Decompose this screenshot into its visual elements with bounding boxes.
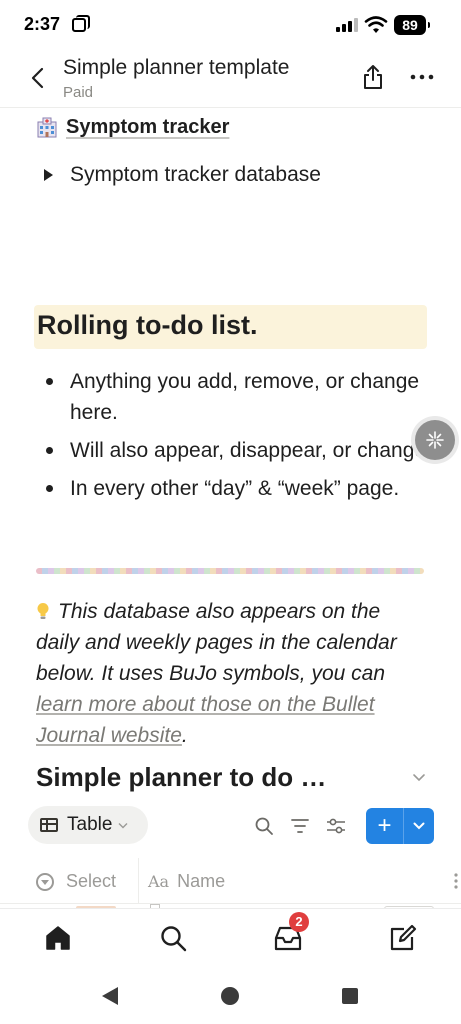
nav-recents-icon[interactable]	[342, 988, 358, 1004]
symptom-tracker-label: Symptom tracker	[66, 116, 230, 138]
database-title[interactable]: Simple planner to do …	[36, 762, 326, 793]
callout-suffix: .	[181, 724, 188, 747]
column-divider	[138, 858, 139, 904]
battery-indicator: 89	[394, 15, 430, 35]
filter-icon[interactable]	[290, 816, 310, 836]
select-property-icon	[36, 872, 54, 891]
new-item-button[interactable]: +	[366, 808, 434, 844]
page-title: Simple planner template	[63, 56, 290, 79]
share-icon[interactable]	[362, 64, 384, 90]
column-select[interactable]: Select	[36, 871, 116, 892]
column-select-label: Select	[66, 871, 117, 891]
callout-body: This database also appears on the daily …	[36, 600, 397, 685]
search-icon[interactable]	[158, 923, 188, 953]
chevron-down-icon	[413, 822, 425, 830]
sparkle-icon	[426, 431, 444, 449]
symptom-database-toggle[interactable]: Symptom tracker database	[44, 163, 321, 187]
lightbulb-icon	[37, 603, 49, 619]
page-header: Simple planner template Paid	[0, 52, 461, 108]
chevron-down-icon[interactable]	[412, 772, 426, 782]
heading-text: Rolling to-do list.	[37, 310, 258, 340]
bullet-item: Anything you add, remove, or change here…	[44, 366, 434, 428]
column-name[interactable]: Aa Name	[148, 871, 225, 892]
table-icon	[40, 818, 58, 832]
ai-assistant-button[interactable]	[415, 420, 455, 460]
toggle-triangle-icon[interactable]	[44, 169, 53, 181]
compose-icon[interactable]	[388, 923, 418, 953]
status-bar: 2:37 89	[0, 0, 461, 50]
nav-home-icon[interactable]	[221, 987, 239, 1005]
bullet-item: In every other “day” & “week” page.	[44, 473, 434, 504]
column-more-icon[interactable]	[454, 872, 458, 890]
new-options-dropdown[interactable]	[404, 822, 434, 830]
nav-back-icon[interactable]	[102, 987, 118, 1005]
chevron-down-icon	[118, 822, 128, 828]
inbox-badge: 2	[289, 912, 309, 932]
table-column-header: Select Aa Name	[0, 858, 461, 904]
toggle-label: Symptom tracker database	[70, 163, 321, 186]
text-property-icon: Aa	[148, 872, 170, 891]
database-toolbar: Table +	[0, 806, 461, 854]
bullet-list: Anything you add, remove, or change here…	[44, 366, 434, 511]
rolling-todo-heading: Rolling to-do list.	[34, 305, 427, 349]
bullet-item: Will also appear, disappear, or change.	[44, 435, 434, 466]
callout-text: This database also appears on the daily …	[36, 596, 426, 751]
wifi-icon	[364, 16, 388, 33]
bottom-tab-bar	[0, 908, 461, 966]
settings-sliders-icon[interactable]	[326, 816, 346, 836]
search-icon[interactable]	[254, 816, 274, 836]
plus-icon[interactable]: +	[366, 808, 404, 844]
view-label: Table	[67, 814, 113, 835]
back-arrow-icon[interactable]	[28, 66, 48, 90]
cellular-signal-icon	[336, 18, 358, 32]
screen-share-icon	[72, 15, 90, 32]
symptom-tracker-link[interactable]: Symptom tracker	[36, 116, 229, 139]
hospital-emoji-icon	[37, 117, 57, 137]
view-selector[interactable]: Table	[28, 806, 148, 844]
column-name-label: Name	[177, 871, 226, 891]
home-icon[interactable]	[43, 923, 73, 953]
status-time: 2:37	[24, 14, 61, 34]
workspace-label: Paid	[63, 84, 94, 101]
more-options-icon[interactable]	[410, 74, 434, 80]
system-navigation-bar	[0, 966, 461, 1024]
decorative-divider	[36, 568, 424, 574]
bullet-journal-link[interactable]: learn more about those on the Bullet Jou…	[36, 693, 375, 747]
